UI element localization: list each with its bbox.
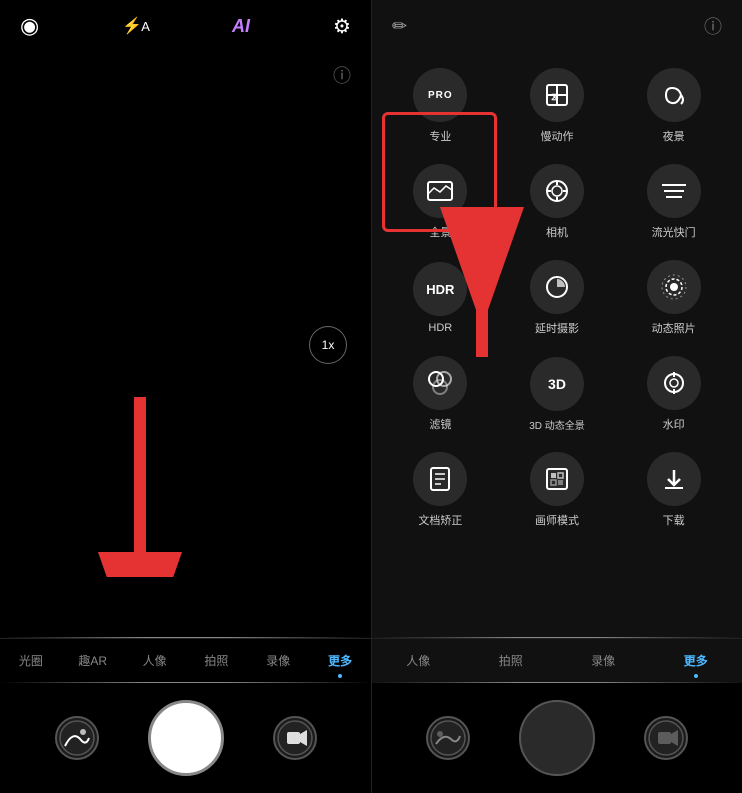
slowmo-label: 慢动作 — [540, 128, 573, 144]
mode-download[interactable]: 下载 — [615, 444, 732, 536]
mode-hdr[interactable]: HDR HDR — [382, 252, 499, 344]
mode-panorama[interactable]: 全景 — [382, 156, 499, 248]
shutter-button-right[interactable] — [519, 700, 595, 776]
pro-label: 专业 — [429, 128, 451, 144]
pencil-icon[interactable]: ✏ — [392, 16, 407, 37]
shutter-button-left[interactable] — [148, 700, 224, 776]
watermark-label: 水印 — [663, 416, 685, 432]
slowmo-icon: ⧖ — [543, 81, 571, 109]
mode-filter[interactable]: 滤镜 — [382, 348, 499, 440]
panorama-label: 全景 — [429, 224, 451, 240]
panorama-icon — [426, 180, 454, 202]
mode-pro[interactable]: PRO 专业 — [382, 60, 499, 152]
hdr-label: HDR — [428, 322, 452, 334]
info-button-left[interactable]: ⓘ — [333, 62, 351, 88]
nav-item-quar[interactable]: 趣AR — [62, 639, 124, 682]
mode-3d[interactable]: 3D 3D 动态全景 — [499, 348, 616, 440]
pro-icon-text: PRO — [428, 90, 453, 101]
doc-label: 文档矫正 — [418, 512, 462, 528]
camera-icon — [543, 177, 571, 205]
mode-paint[interactable]: 画师模式 — [499, 444, 616, 536]
download-icon-circle — [647, 452, 701, 506]
night-label: 夜景 — [663, 128, 685, 144]
camera-label: 相机 — [546, 224, 568, 240]
nav-more-right[interactable]: 更多 — [650, 639, 742, 682]
hdr-text: HDR — [426, 282, 454, 297]
mode-slowmo[interactable]: ⧖ 慢动作 — [499, 60, 616, 152]
info-icon-right[interactable]: ⓘ — [704, 13, 722, 39]
doc-icon — [428, 466, 452, 492]
lightflow-icon — [660, 181, 688, 201]
timelapse-icon — [543, 273, 571, 301]
mode-night[interactable]: 夜景 — [615, 60, 732, 152]
nav-item-portrait[interactable]: 人像 — [124, 639, 186, 682]
filter-icon — [426, 369, 454, 397]
timelapse-icon-circle — [530, 260, 584, 314]
3d-text: 3D — [548, 376, 566, 392]
nav-portrait-right[interactable]: 人像 — [372, 639, 465, 682]
download-icon — [661, 466, 687, 492]
timelapse-label: 延时摄影 — [535, 320, 579, 336]
camera-icon-circle — [530, 164, 584, 218]
panorama-icon-circle — [413, 164, 467, 218]
active-dot-right — [694, 674, 698, 678]
hdr-icon-circle: HDR — [413, 262, 467, 316]
mode-camera[interactable]: 相机 — [499, 156, 616, 248]
gallery-thumbnail-left[interactable] — [55, 716, 99, 760]
pro-icon-circle: PRO — [413, 68, 467, 122]
mode-grid: PRO 专业 ⧖ 慢动作 — [372, 52, 742, 544]
mode-doc[interactable]: 文档矫正 — [382, 444, 499, 536]
left-top-bar: ◉ ⚡A AI ⚙ — [0, 0, 371, 52]
nav-item-video[interactable]: 录像 — [247, 639, 309, 682]
right-top-bar: ✏ ⓘ — [372, 0, 742, 52]
watermark-icon — [661, 370, 687, 396]
gallery-thumbnail-right[interactable] — [426, 716, 470, 760]
video-mode-button-right[interactable] — [644, 716, 688, 760]
nav-item-photo[interactable]: 拍照 — [186, 639, 248, 682]
watermark-icon-circle — [647, 356, 701, 410]
viewfinder: ⓘ 1x — [0, 52, 371, 637]
lens-icon[interactable]: ◉ — [20, 13, 39, 39]
left-bottom-nav: 光圈 趣AR 人像 拍照 录像 更多 — [0, 638, 371, 682]
doc-icon-circle — [413, 452, 467, 506]
nav-item-guangquan[interactable]: 光圈 — [0, 639, 62, 682]
nav-video-right[interactable]: 录像 — [557, 639, 650, 682]
svg-text:⧖: ⧖ — [551, 92, 558, 103]
mode-dynamic[interactable]: 动态照片 — [615, 252, 732, 344]
active-dot-left — [338, 674, 342, 678]
shutter-container-left — [148, 700, 224, 776]
3d-label: 3D 动态全景 — [529, 417, 585, 432]
video-mode-button-left[interactable] — [273, 716, 317, 760]
paint-label: 画师模式 — [535, 512, 579, 528]
right-panel: ✏ ⓘ PRO 专业 — [371, 0, 742, 793]
mode-timelapse[interactable]: 延时摄影 — [499, 252, 616, 344]
filter-label: 滤镜 — [429, 416, 451, 432]
right-bottom-nav: 人像 拍照 录像 更多 — [372, 638, 742, 682]
ai-icon[interactable]: AI — [232, 16, 250, 37]
filter-icon-circle — [413, 356, 467, 410]
slowmo-icon-circle: ⧖ — [530, 68, 584, 122]
dynamic-icon — [660, 273, 688, 301]
flash-icon[interactable]: ⚡A — [122, 16, 149, 36]
night-icon-circle — [647, 68, 701, 122]
night-icon — [661, 82, 687, 108]
zoom-button[interactable]: 1x — [309, 326, 347, 364]
settings-icon[interactable]: ⚙ — [333, 14, 351, 39]
mode-lightflow[interactable]: 流光快门 — [615, 156, 732, 248]
lightflow-label: 流光快门 — [652, 224, 696, 240]
nav-photo-right[interactable]: 拍照 — [465, 639, 558, 682]
nav-item-more-left[interactable]: 更多 — [309, 639, 371, 682]
paint-icon — [544, 466, 570, 492]
download-label: 下载 — [663, 512, 685, 528]
lightflow-icon-circle — [647, 164, 701, 218]
dynamic-label: 动态照片 — [652, 320, 696, 336]
3d-icon-circle: 3D — [530, 357, 584, 411]
mode-grid-container: PRO 专业 ⧖ 慢动作 — [372, 52, 742, 637]
left-shutter-row — [0, 683, 371, 793]
dynamic-icon-circle — [647, 260, 701, 314]
mode-watermark[interactable]: 水印 — [615, 348, 732, 440]
right-shutter-row — [372, 683, 742, 793]
left-panel: ◉ ⚡A AI ⚙ ⓘ 1x 光圈 趣AR 人像 — [0, 0, 371, 793]
paint-icon-circle — [530, 452, 584, 506]
